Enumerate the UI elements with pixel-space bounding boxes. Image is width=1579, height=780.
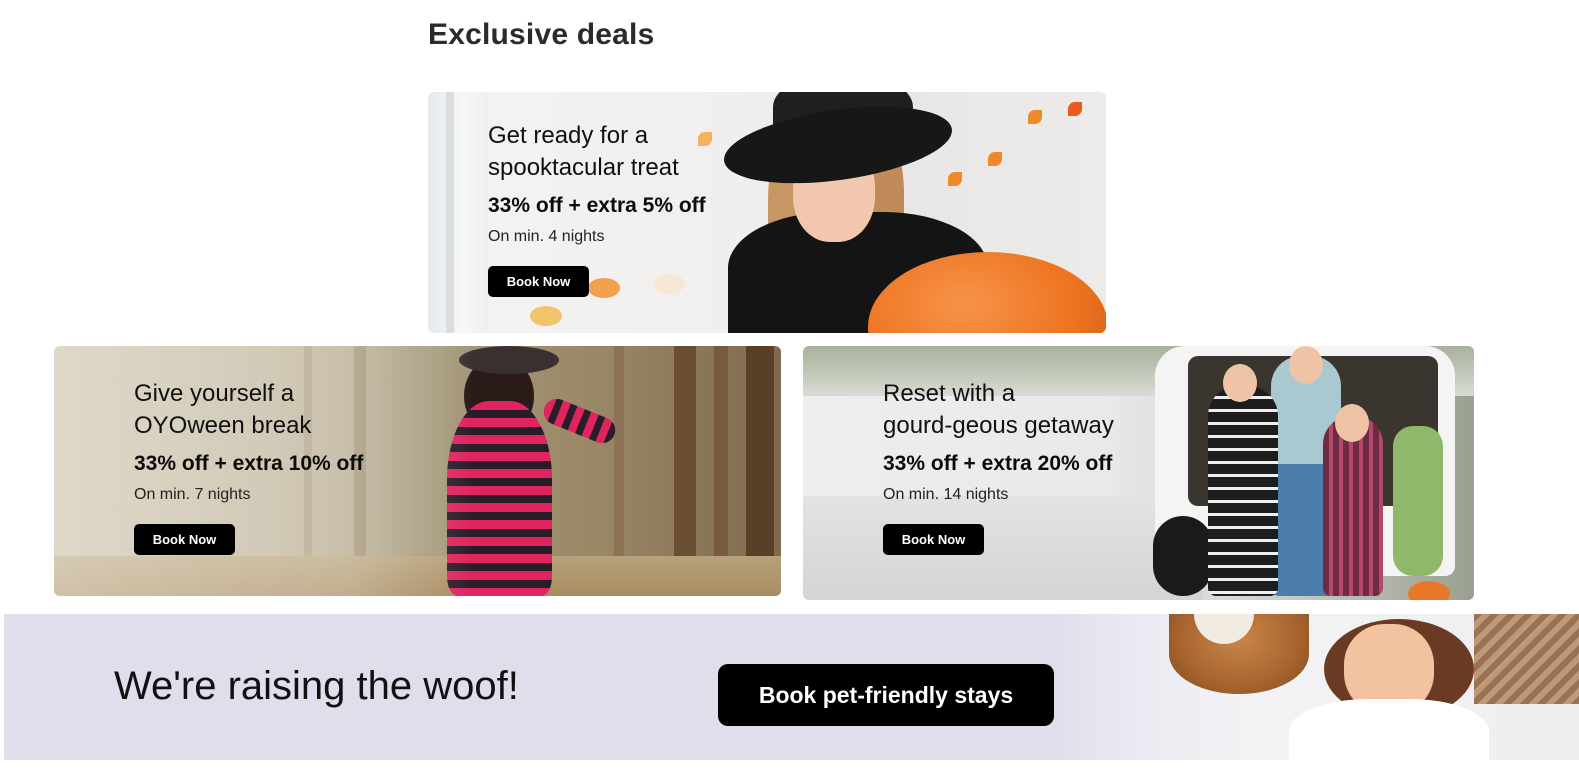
deal-min-nights: On min. 4 nights xyxy=(488,228,605,245)
child-skeleton-costume-image xyxy=(1208,386,1278,596)
small-pumpkin-image xyxy=(530,306,562,326)
deal-offer: 33% off + extra 10% off xyxy=(134,452,364,475)
garland-leaf xyxy=(1068,102,1082,116)
deal-text: Give yourself a OYOween break 33% off + … xyxy=(134,378,363,555)
deal-headline-line1: Get ready for a xyxy=(488,122,649,149)
deal-card-spooktacular[interactable]: Get ready for a spooktacular treat 33% o… xyxy=(428,92,1106,333)
deal-min-nights: On min. 14 nights xyxy=(883,486,1009,503)
deal-headline-line2: gourd-geous getaway xyxy=(883,412,1114,439)
deal-headline-line2: spooktacular treat xyxy=(488,154,679,181)
woman-shirt-image xyxy=(1289,699,1489,760)
deal-headline: Get ready for a spooktacular treat xyxy=(488,120,706,184)
section-title: Exclusive deals xyxy=(428,18,655,51)
child-plaid-dress-image xyxy=(1323,416,1383,596)
garland-leaf xyxy=(1028,110,1042,124)
window-image xyxy=(428,92,488,333)
deal-min-nights: On min. 7 nights xyxy=(134,486,251,503)
scarecrow-image xyxy=(1393,426,1443,576)
deal-headline-line1: Reset with a xyxy=(883,380,1016,407)
garland-leaf xyxy=(988,152,1002,166)
child-head-image xyxy=(1223,364,1257,402)
pet-banner-photo xyxy=(1054,614,1579,760)
book-now-button[interactable]: Book Now xyxy=(488,266,589,297)
deal-text: Reset with a gourd-geous getaway 33% off… xyxy=(883,378,1114,555)
deal-text: Get ready for a spooktacular treat 33% o… xyxy=(488,120,706,297)
pet-banner-title: We're raising the woof! xyxy=(114,664,519,708)
hat-image xyxy=(459,346,559,374)
deal-headline: Reset with a gourd-geous getaway xyxy=(883,378,1114,442)
garland-leaf xyxy=(948,172,962,186)
wicker-basket-image xyxy=(1474,614,1579,704)
child-head-image xyxy=(1335,404,1369,442)
book-pet-friendly-button[interactable]: Book pet-friendly stays xyxy=(718,664,1054,726)
woman-arm-image xyxy=(539,394,620,448)
deal-offer: 33% off + extra 5% off xyxy=(488,194,706,217)
pumpkin-image xyxy=(1408,581,1450,600)
pet-friendly-banner[interactable]: We're raising the woof! Book pet-friendl… xyxy=(4,614,1579,760)
book-now-button[interactable]: Book Now xyxy=(883,524,984,555)
deal-headline-line1: Give yourself a xyxy=(134,380,295,407)
deal-card-oyoween[interactable]: Give yourself a OYOween break 33% off + … xyxy=(54,346,781,596)
deal-offer: 33% off + extra 20% off xyxy=(883,452,1113,475)
mother-head-image xyxy=(1289,346,1323,384)
deal-headline-line2: OYOween break xyxy=(134,412,312,439)
book-now-button[interactable]: Book Now xyxy=(134,524,235,555)
deal-headline: Give yourself a OYOween break xyxy=(134,378,363,442)
deal-card-gourdgeous[interactable]: Reset with a gourd-geous getaway 33% off… xyxy=(803,346,1474,600)
car-wheel-image xyxy=(1153,516,1213,596)
